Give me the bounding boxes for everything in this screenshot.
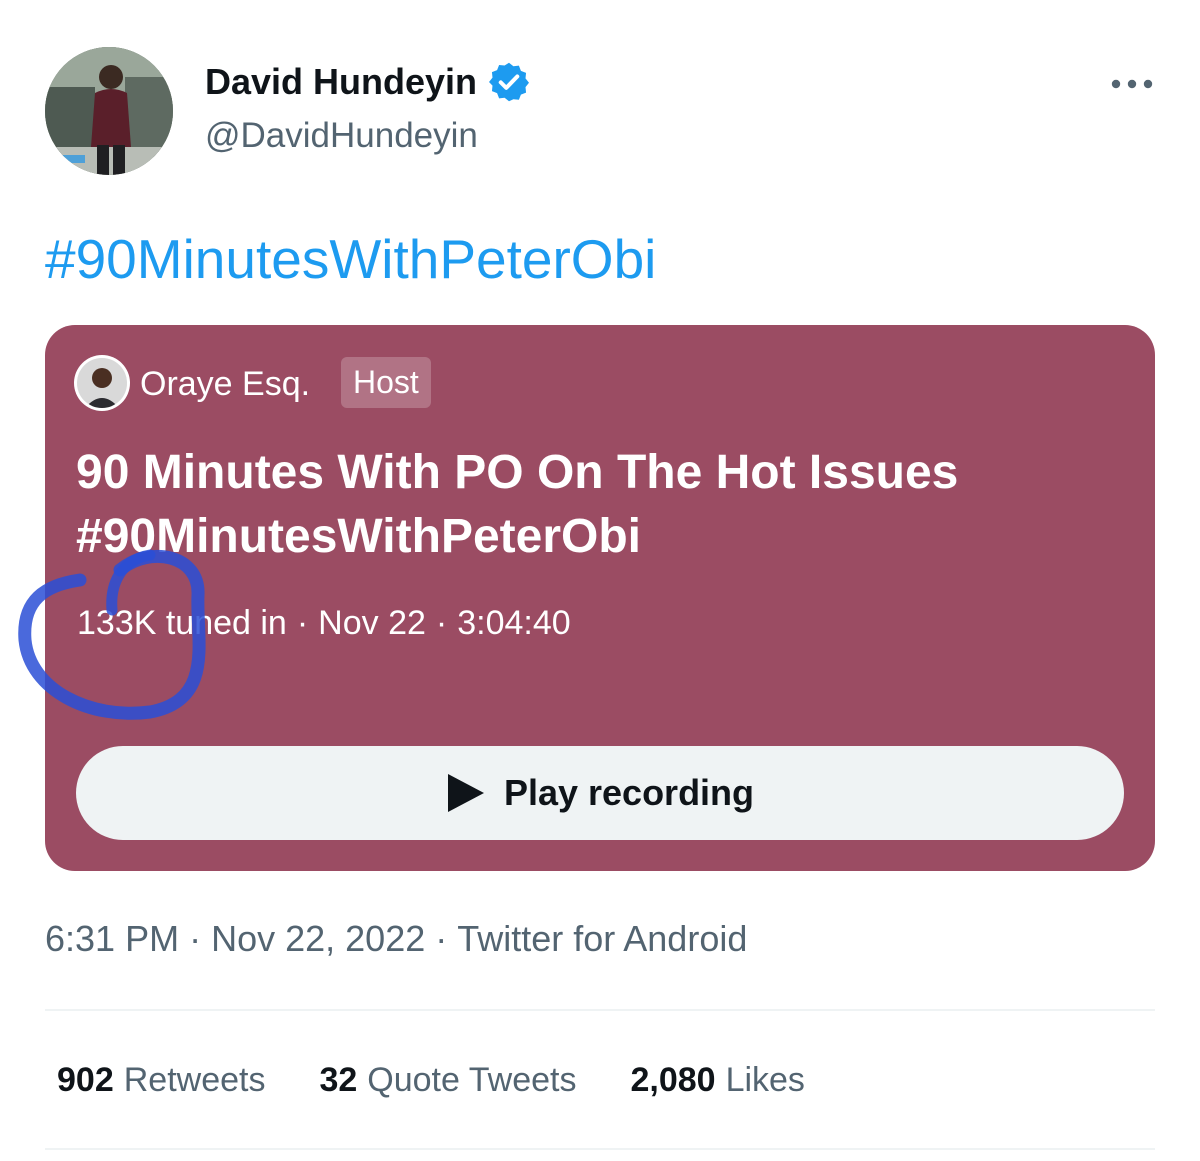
space-title-line-2: #90MinutesWithPeterObi xyxy=(76,510,642,563)
tweet-date[interactable]: Nov 22, 2022 xyxy=(211,918,425,959)
space-meta: 133K tuned in · Nov 22 · 3:04:40 xyxy=(77,601,571,645)
author-display-name-row[interactable]: David Hundeyin xyxy=(205,58,531,106)
quote-tweets-count: 32 xyxy=(319,1061,358,1099)
tweet-hashtag-link[interactable]: #90MinutesWithPeterObi xyxy=(45,224,656,294)
retweets-label: Retweets xyxy=(123,1061,266,1099)
likes-label: Likes xyxy=(725,1061,805,1099)
timestamp-separator: · xyxy=(435,918,448,959)
meta-separator: · xyxy=(435,604,448,642)
quote-tweets-label: Quote Tweets xyxy=(367,1061,577,1099)
retweets-stat[interactable]: 902 Retweets xyxy=(57,1057,265,1103)
divider-top xyxy=(45,1009,1155,1011)
tweet-stats: 902 Retweets 32 Quote Tweets 2,080 Likes xyxy=(57,1057,859,1103)
author-avatar[interactable] xyxy=(45,47,173,175)
meta-separator: · xyxy=(296,604,309,642)
space-duration: 3:04:40 xyxy=(457,604,571,642)
host-name: Oraye Esq. xyxy=(140,365,311,403)
likes-stat[interactable]: 2,080 Likes xyxy=(630,1057,804,1103)
host-avatar xyxy=(77,358,127,408)
quote-tweets-stat[interactable]: 32 Quote Tweets xyxy=(319,1057,576,1103)
author-handle[interactable]: @DavidHundeyin xyxy=(205,113,478,159)
author-display-name[interactable]: David Hundeyin xyxy=(205,58,477,106)
timestamp-separator: · xyxy=(189,918,202,959)
tweet-source[interactable]: Twitter for Android xyxy=(457,918,747,959)
space-title: 90 Minutes With PO On The Hot Issues #90… xyxy=(76,441,1116,569)
retweets-count: 902 xyxy=(57,1061,114,1099)
space-tuned-in: 133K tuned in xyxy=(77,604,287,642)
likes-count: 2,080 xyxy=(630,1061,716,1099)
space-card[interactable]: Oraye Esq. Host 90 Minutes With PO On Th… xyxy=(45,325,1155,871)
host-badge: Host xyxy=(341,357,431,408)
verified-badge-icon xyxy=(489,62,530,102)
more-options-icon[interactable] xyxy=(1110,64,1154,104)
tweet-timestamp: 6:31 PM · Nov 22, 2022 · Twitter for Android xyxy=(45,916,747,962)
space-title-line-1: 90 Minutes With PO On The Hot Issues xyxy=(76,446,959,499)
host-avatar-image xyxy=(77,358,127,408)
play-recording-button[interactable]: Play recording xyxy=(76,746,1124,840)
author-avatar-image xyxy=(45,47,173,175)
play-recording-label: Play recording xyxy=(503,772,755,813)
space-date: Nov 22 xyxy=(318,604,426,642)
play-icon xyxy=(447,774,484,812)
tweet-time[interactable]: 6:31 PM xyxy=(45,918,179,959)
divider-bottom xyxy=(45,1148,1155,1150)
